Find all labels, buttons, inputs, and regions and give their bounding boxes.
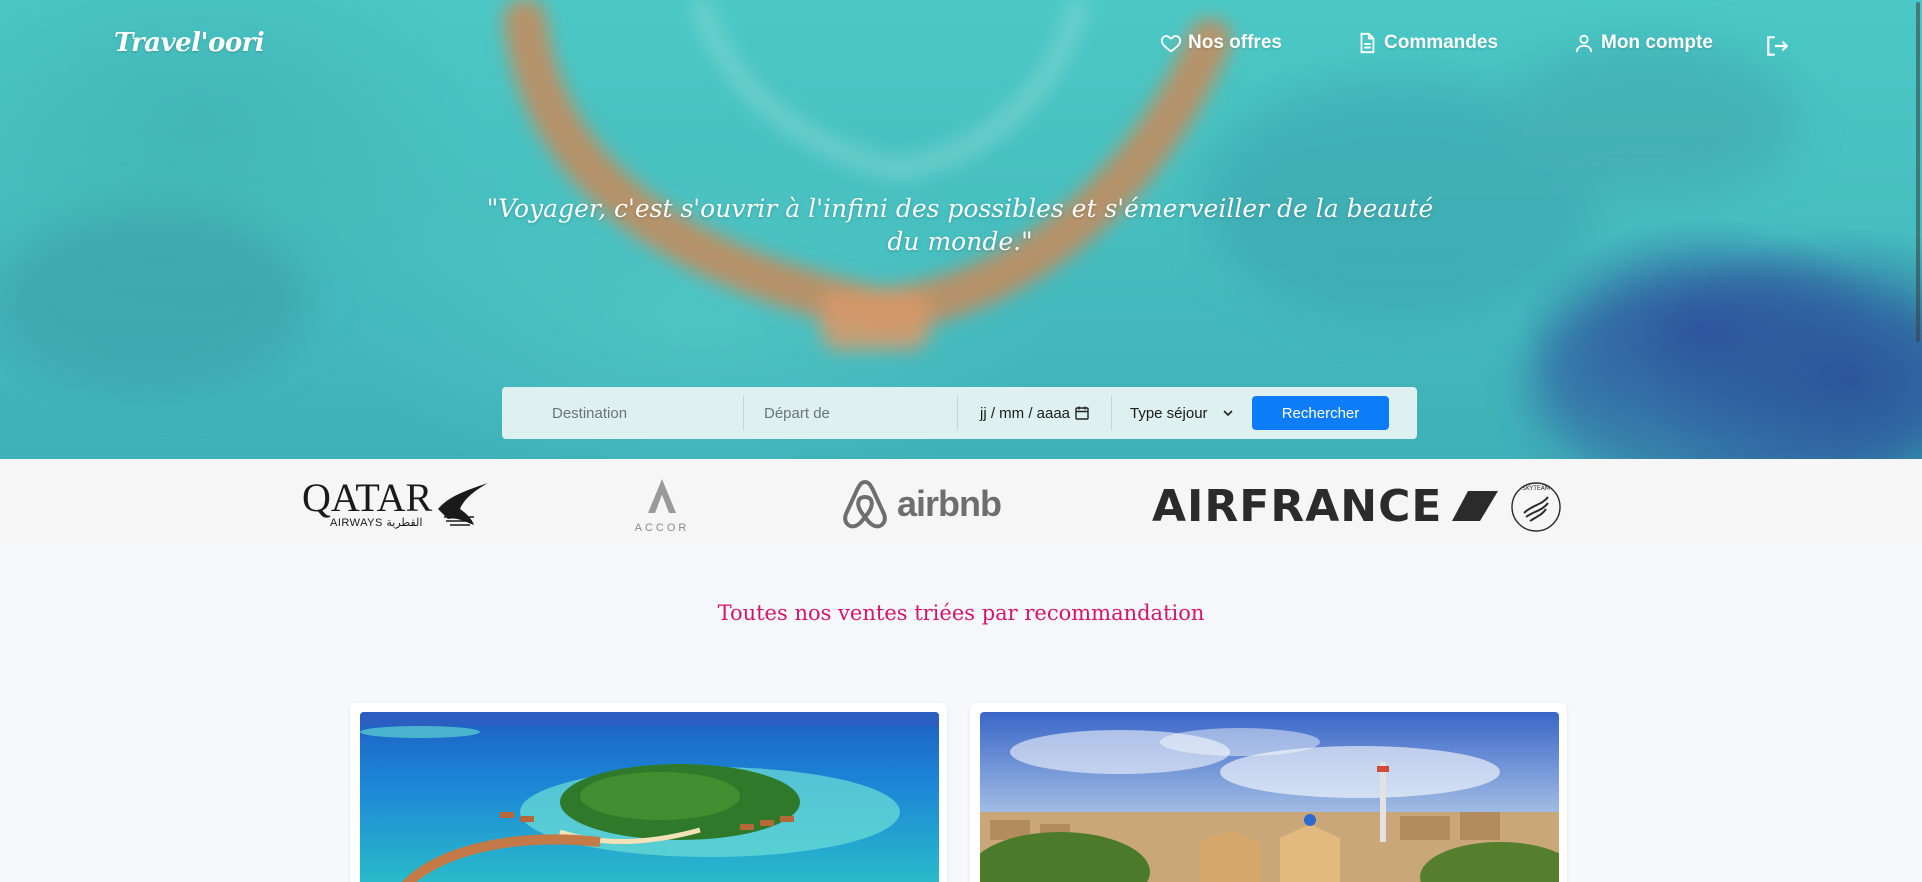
partners-strip: QATAR AIRWAYS القطرية ACCOR airbnb AIRFR…	[0, 459, 1922, 545]
hero-banner: Travel'oori Nos offres Commandes Mon com…	[0, 0, 1922, 459]
search-button[interactable]: Rechercher	[1252, 396, 1389, 430]
skyteam-logo: SKYTEAM	[1511, 482, 1562, 532]
offer-image-maldives[interactable]	[360, 712, 939, 882]
airbnb-text: airbnb	[897, 483, 1002, 524]
qatar-word: QATAR	[302, 475, 433, 520]
nav-compte-label: Mon compte	[1601, 32, 1713, 53]
logout-icon[interactable]	[1764, 33, 1790, 59]
type-sejour-value: Type séjour	[1130, 404, 1208, 422]
calendar-icon[interactable]	[1074, 405, 1090, 421]
document-icon	[1360, 32, 1375, 54]
nav-mon-compte[interactable]: Mon compte	[1573, 32, 1713, 54]
section-title: Toutes nos ventes triées par recommandat…	[717, 601, 1205, 625]
accor-text: ACCOR	[634, 522, 690, 534]
destination-input[interactable]: Destination	[502, 396, 744, 430]
hero-quote: "Voyager, c'est s'ouvrir à l'infini des …	[486, 194, 1434, 256]
offer-card[interactable]	[970, 703, 1567, 882]
qatar-airways-logo: QATAR AIRWAYS القطرية	[302, 475, 490, 529]
oryx-icon	[438, 483, 489, 526]
offer-card[interactable]	[350, 703, 947, 882]
scrollbar[interactable]	[1916, 2, 1920, 342]
search-bar: Destination Départ de jj / mm / aaaa Typ…	[502, 387, 1417, 439]
airfrance-stripe-icon	[1452, 491, 1499, 521]
depart-input[interactable]: Départ de	[744, 396, 958, 430]
airbnb-logo: airbnb	[841, 478, 1002, 530]
nav-commandes-label: Commandes	[1384, 32, 1499, 53]
nav-offres[interactable]: Nos offres	[1160, 32, 1282, 54]
date-placeholder: jj / mm / aaaa	[980, 404, 1071, 422]
barcelona-photo	[980, 712, 1559, 882]
date-input[interactable]: jj / mm / aaaa	[958, 396, 1112, 430]
nav-commandes[interactable]: Commandes	[1356, 32, 1498, 54]
skyteam-text: SKYTEAM	[1523, 485, 1551, 492]
heart-icon	[1160, 35, 1182, 53]
maldives-photo	[360, 712, 939, 882]
offer-image-barcelona[interactable]	[980, 712, 1559, 882]
brand-logo[interactable]: Travel'oori	[114, 28, 265, 58]
type-sejour-select[interactable]: Type séjour	[1112, 396, 1252, 430]
airfrance-text: AIRFRANCE	[1152, 481, 1443, 532]
chevron-down-icon	[1222, 410, 1233, 417]
airfrance-logo: AIRFRANCE SKYTEAM	[1152, 479, 1564, 535]
accor-mark-icon	[648, 479, 676, 513]
airbnb-belo-icon	[843, 479, 887, 529]
user-icon	[1575, 34, 1593, 53]
accor-logo: ACCOR	[630, 477, 694, 534]
qatar-sub: AIRWAYS القطرية	[330, 517, 423, 529]
nav-offres-label: Nos offres	[1188, 32, 1282, 53]
